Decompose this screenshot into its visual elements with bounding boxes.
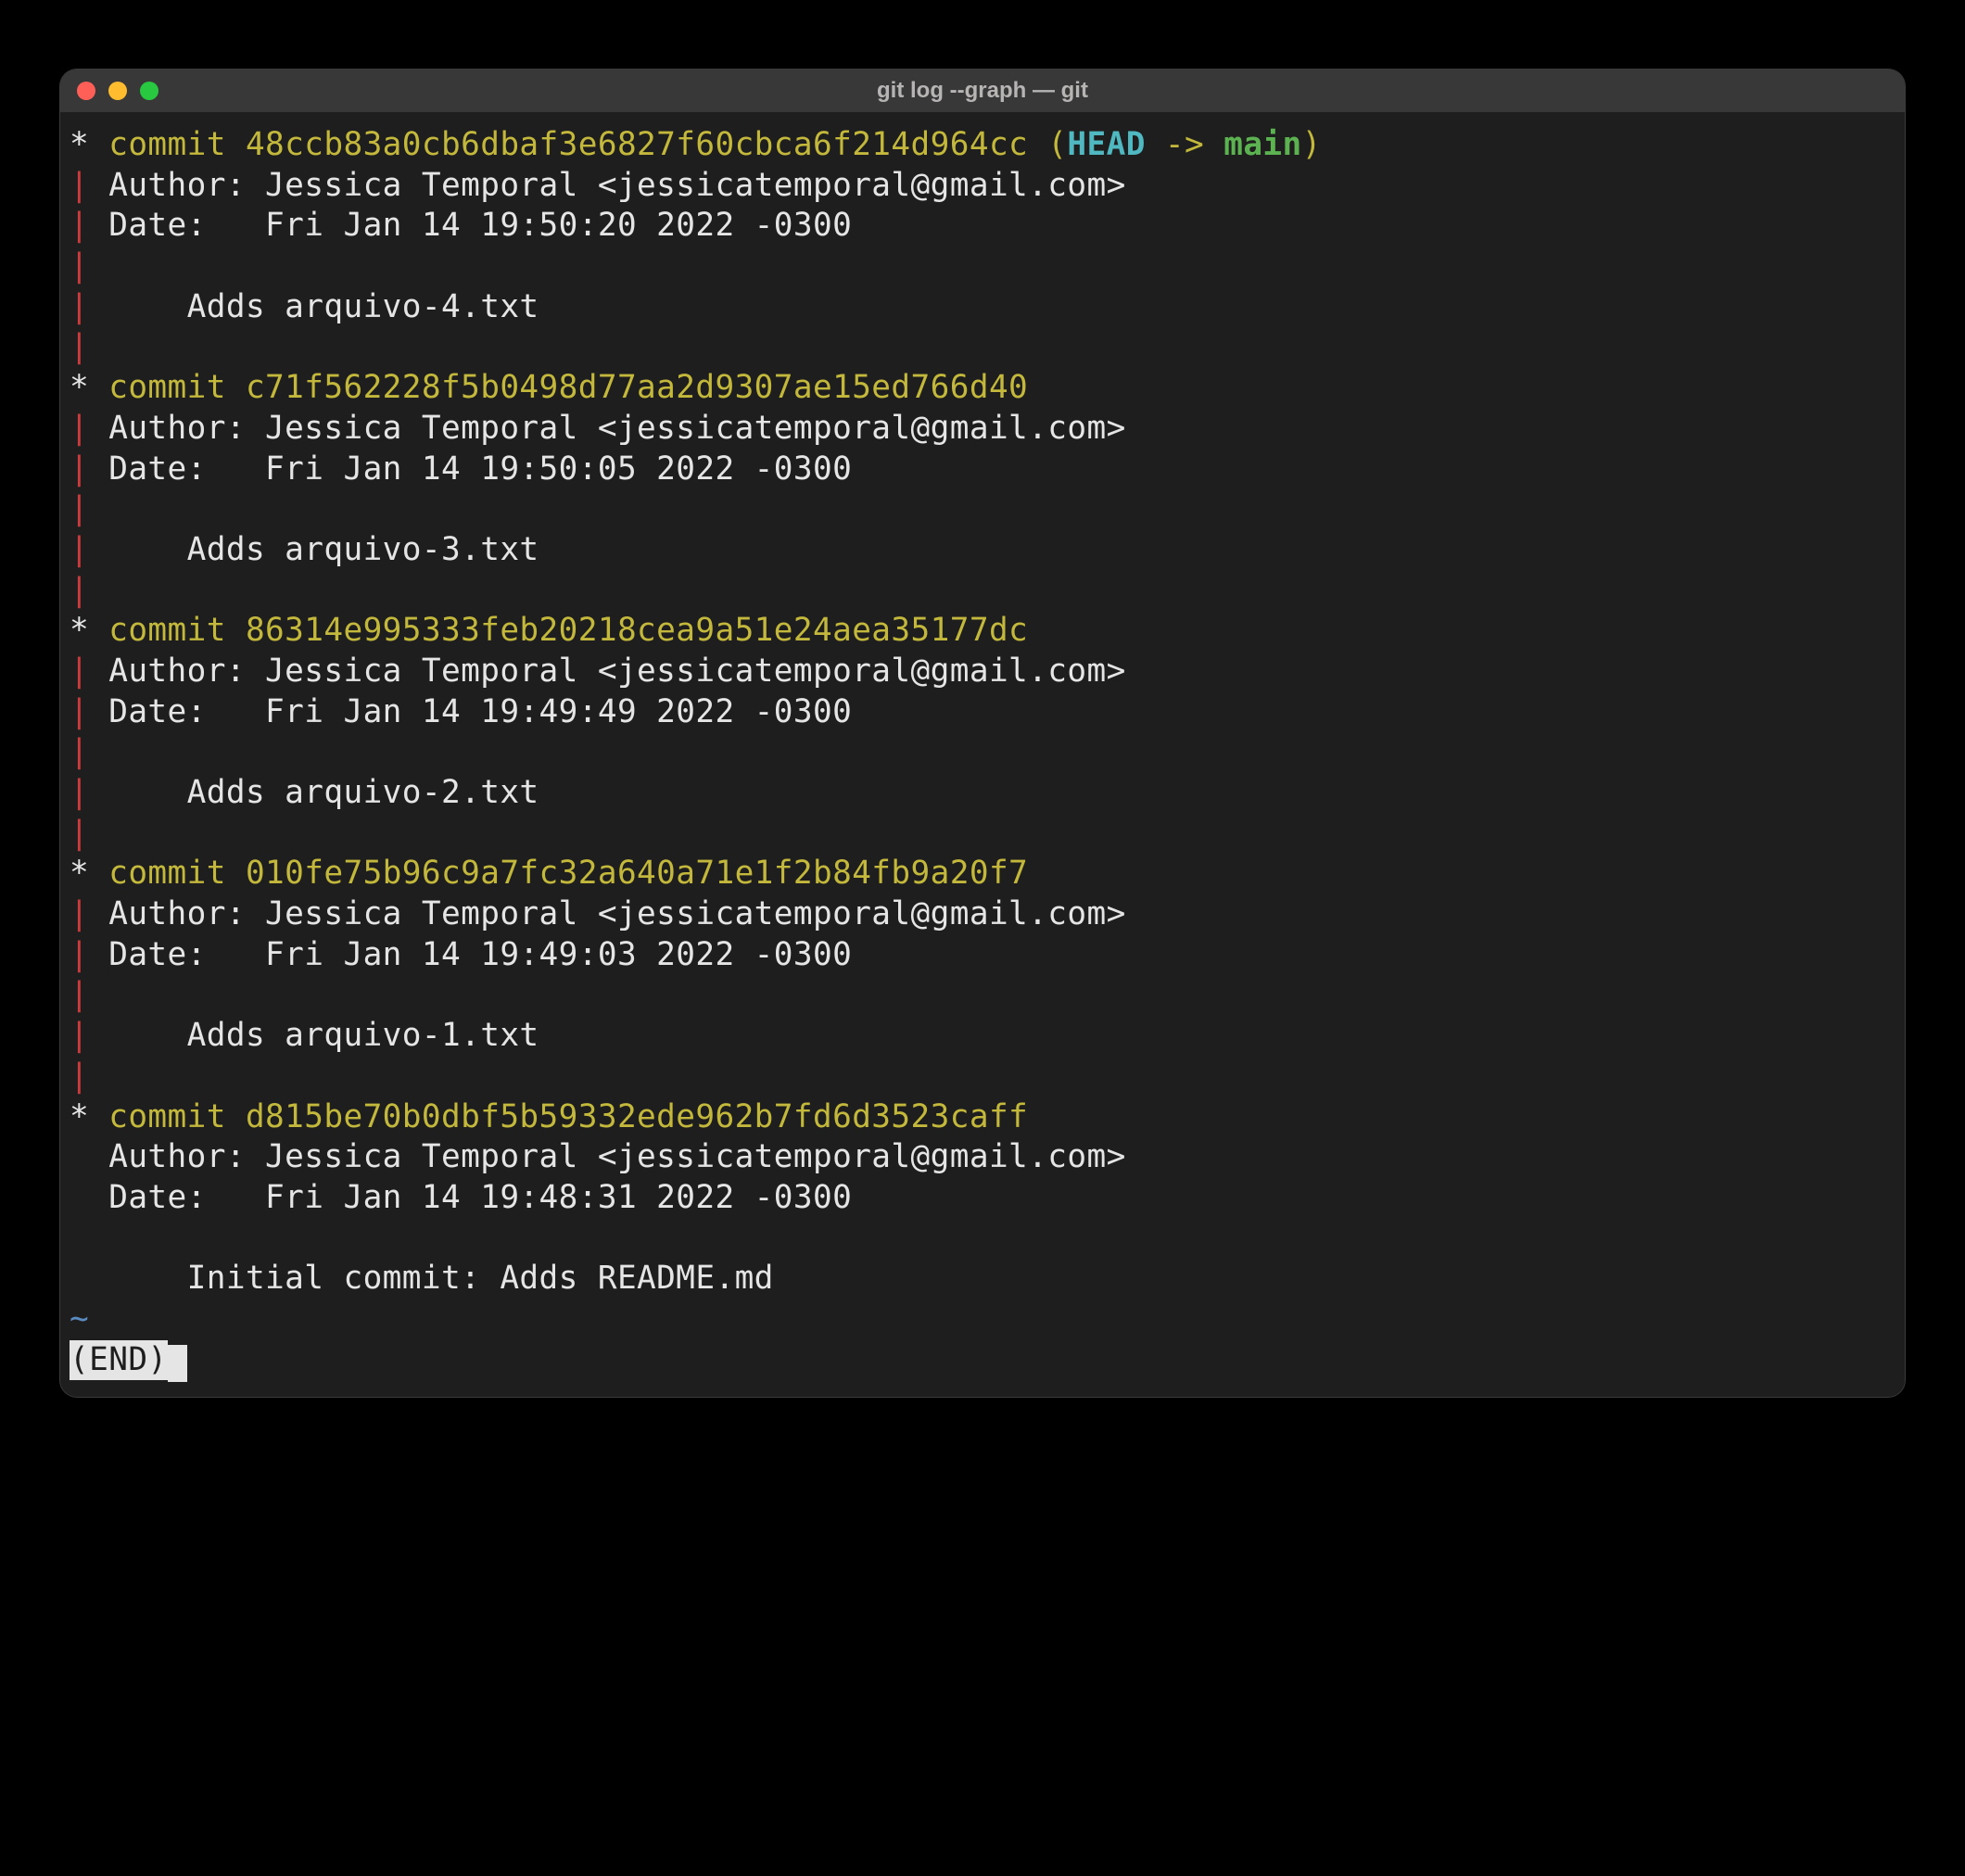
graph-pipe: | [70,774,89,811]
commit-date: Date: Fri Jan 14 19:48:31 2022 -0300 [108,1179,852,1216]
commit-author: Author: Jessica Temporal <jessicatempora… [108,167,1125,204]
graph-pipe: | [70,572,89,609]
commit-date: Date: Fri Jan 14 19:50:05 2022 -0300 [108,450,852,488]
graph-pipe: | [70,247,89,285]
graph-pipe: | [70,733,89,770]
graph-pipe: | [70,167,89,204]
commit-word: commit [108,612,246,649]
commit-author: Author: Jessica Temporal <jessicatempora… [108,653,1125,690]
commit-message: Adds arquivo-2.txt [108,774,539,811]
commit-word: commit [108,126,246,163]
graph-pipe: | [70,288,89,325]
commit-date: Date: Fri Jan 14 19:49:49 2022 -0300 [108,693,852,730]
close-icon[interactable] [77,82,95,100]
graph-pipe: | [70,1017,89,1054]
graph-pipe: | [70,976,89,1013]
ref-open: ( [1028,126,1067,163]
commit-message: Adds arquivo-1.txt [108,1017,539,1054]
cursor-icon [168,1345,187,1382]
traffic-lights [77,82,158,100]
minimize-icon[interactable] [108,82,127,100]
graph-pipe: | [70,815,89,852]
pager-end-marker: (END) [70,1340,168,1381]
commit-message: Adds arquivo-4.txt [108,288,539,325]
graph-pipe: | [70,1058,89,1095]
commit-date: Date: Fri Jan 14 19:49:03 2022 -0300 [108,936,852,973]
graph-star: * [70,1098,89,1135]
ref-head: HEAD [1067,126,1145,163]
ref-arrow: -> [1146,126,1223,163]
commit-hash: 48ccb83a0cb6dbaf3e6827f60cbca6f214d964cc [246,126,1028,163]
graph-pipe: | [70,693,89,730]
commit-date: Date: Fri Jan 14 19:50:20 2022 -0300 [108,207,852,244]
graph-star: * [70,126,89,163]
commit-author: Author: Jessica Temporal <jessicatempora… [108,895,1125,932]
commit-hash: 010fe75b96c9a7fc32a640a71e1f2b84fb9a20f7 [246,855,1028,892]
graph-pipe: | [70,653,89,690]
graph-pipe: | [70,450,89,488]
commit-message: Adds arquivo-3.txt [108,531,539,568]
tilde-line: ~ [70,1300,89,1337]
commit-author: Author: Jessica Temporal <jessicatempora… [108,1138,1125,1175]
terminal-body[interactable]: * commit 48ccb83a0cb6dbaf3e6827f60cbca6f… [60,112,1905,1397]
commit-hash: c71f562228f5b0498d77aa2d9307ae15ed766d40 [246,369,1028,406]
maximize-icon[interactable] [140,82,158,100]
graph-star: * [70,855,89,892]
commit-hash: 86314e995333feb20218cea9a51e24aea35177dc [246,612,1028,649]
window-title: git log --graph — git [60,78,1905,104]
graph-pipe: | [70,490,89,527]
graph-pipe: | [70,531,89,568]
graph-pipe: | [70,328,89,365]
ref-close: ) [1302,126,1322,163]
graph-star: * [70,612,89,649]
commit-hash: d815be70b0dbf5b59332ede962b7fd6d3523caff [246,1098,1028,1135]
ref-branch: main [1223,126,1301,163]
graph-star: * [70,369,89,406]
titlebar: git log --graph — git [60,70,1905,112]
commit-word: commit [108,1098,246,1135]
commit-word: commit [108,855,246,892]
graph-pipe: | [70,207,89,244]
graph-pipe: | [70,936,89,973]
commit-author: Author: Jessica Temporal <jessicatempora… [108,410,1125,447]
terminal-window: git log --graph — git * commit 48ccb83a0… [60,70,1905,1397]
graph-pipe: | [70,895,89,932]
graph-pipe: | [70,410,89,447]
commit-message: Initial commit: Adds README.md [108,1260,774,1297]
commit-word: commit [108,369,246,406]
